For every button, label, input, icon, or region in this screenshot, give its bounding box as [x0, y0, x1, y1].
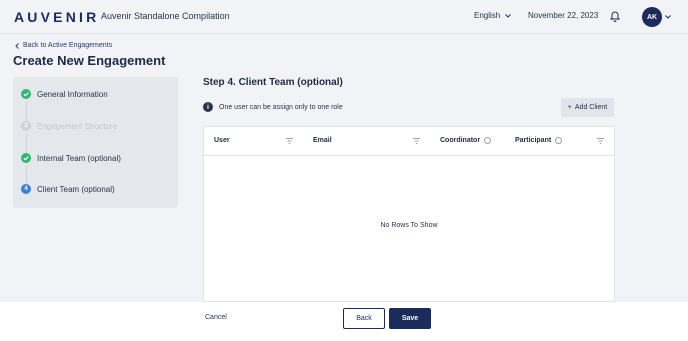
step-label: Client Team (optional) — [37, 184, 115, 194]
info-icon: i — [203, 102, 213, 112]
step-internal-team[interactable]: Internal Team (optional) — [21, 150, 121, 166]
user-menu[interactable]: AK — [642, 7, 671, 27]
step-number: 2 — [21, 121, 31, 131]
step-label: General Information — [37, 89, 108, 99]
column-header-user[interactable]: User — [214, 137, 230, 144]
app-title: Auvenir Standalone Compilation — [101, 11, 230, 21]
step-title: Step 4. Client Team (optional) — [203, 77, 343, 88]
info-text: One user can be assign only to one role — [219, 103, 343, 111]
help-icon[interactable] — [484, 137, 492, 144]
page-title: Create New Engagement — [13, 53, 166, 68]
step-number: 4 — [21, 184, 31, 194]
step-client-team[interactable]: 4 Client Team (optional) — [21, 181, 115, 197]
chevron-down-icon — [665, 15, 671, 19]
step-label: Engagement Structure — [37, 121, 118, 131]
column-header-coordinator[interactable]: Coordinator — [440, 137, 492, 144]
logo[interactable]: AUVENIR — [14, 9, 99, 25]
back-link-label: Back to Active Engagements — [23, 42, 113, 49]
plus-icon: + — [567, 104, 572, 111]
back-button[interactable]: Back — [343, 308, 385, 329]
cancel-button[interactable]: Cancel — [205, 314, 227, 321]
chevron-left-icon — [15, 42, 19, 49]
back-to-engagements-link[interactable]: Back to Active Engagements — [15, 42, 112, 49]
table-header: User Email Coordinator Participant — [204, 127, 614, 156]
step-general-information[interactable]: General Information — [21, 86, 108, 102]
filter-icon[interactable] — [413, 138, 420, 144]
column-header-participant[interactable]: Participant — [515, 137, 563, 144]
save-button[interactable]: Save — [389, 308, 431, 329]
avatar[interactable]: AK — [642, 7, 662, 27]
filter-icon[interactable] — [286, 138, 293, 144]
step-engagement-structure: 2 Engagement Structure — [21, 118, 117, 134]
current-date: November 22, 2023 — [528, 11, 599, 20]
bell-icon[interactable] — [610, 10, 620, 22]
help-icon[interactable] — [555, 137, 563, 144]
check-icon — [21, 153, 31, 163]
add-client-button[interactable]: + Add Client — [561, 98, 614, 117]
language-label: English — [474, 11, 501, 20]
empty-table-message: No Rows To Show — [380, 222, 438, 229]
client-team-table: User Email Coordinator Participant No Ro… — [203, 126, 615, 302]
check-icon — [21, 89, 31, 99]
info-message: i One user can be assign only to one rol… — [203, 102, 343, 112]
step-label: Internal Team (optional) — [37, 153, 121, 163]
add-client-label: Add Client — [574, 104, 608, 111]
stepper: General Information 2 Engagement Structu… — [13, 77, 178, 208]
filter-icon[interactable] — [597, 138, 604, 144]
column-header-email[interactable]: Email — [313, 137, 332, 144]
chevron-down-icon — [505, 13, 512, 18]
language-selector[interactable]: English — [474, 11, 512, 20]
